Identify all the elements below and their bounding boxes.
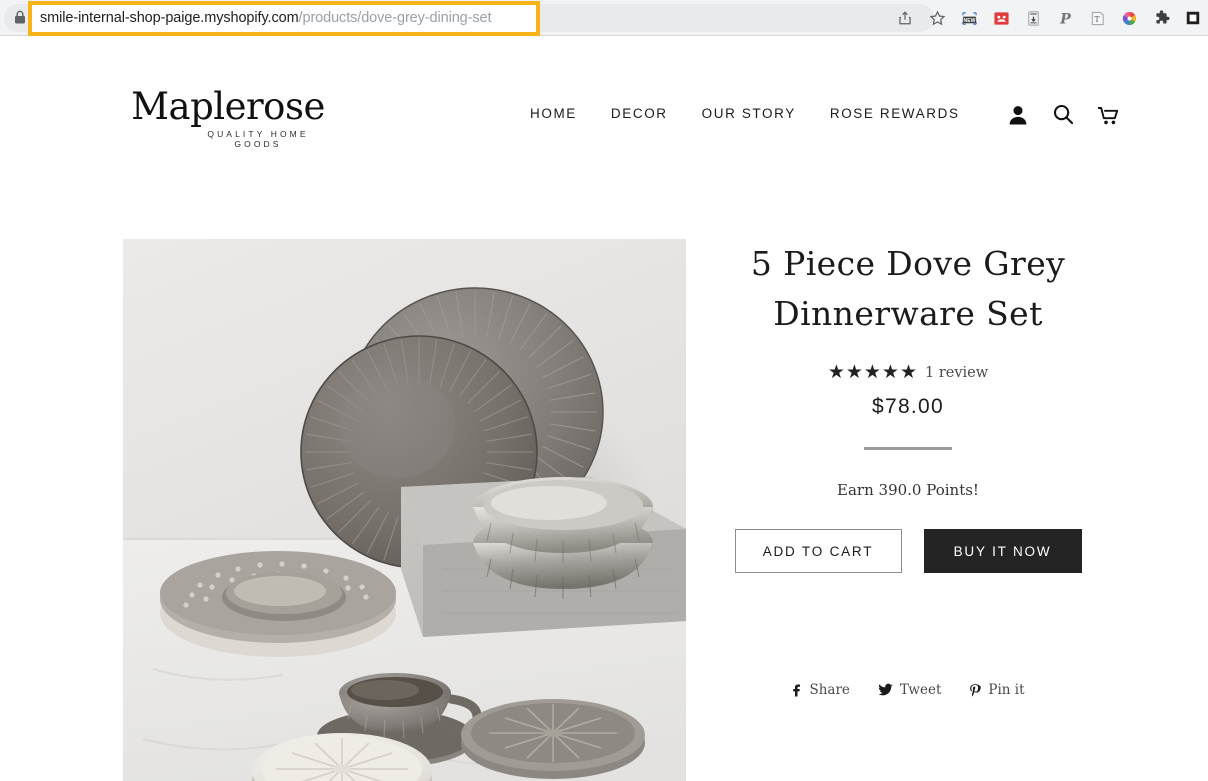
url-path: /products/dove-grey-dining-set — [298, 10, 492, 26]
header-utility-icons — [1006, 102, 1120, 128]
color-wheel-extension-icon[interactable] — [1120, 9, 1138, 27]
share-facebook-label: Share — [809, 682, 850, 698]
share-pinterest[interactable]: Pin it — [969, 682, 1025, 698]
share-twitter-label: Tweet — [899, 682, 942, 698]
nav-decor[interactable]: DECOR — [611, 106, 668, 121]
url-domain: smile-internal-shop-paige.myshopify.com — [40, 10, 299, 26]
logo-tagline: QUALITY HOME GOODS — [207, 129, 309, 149]
pinterest-icon — [969, 683, 982, 698]
svg-text:P: P — [1059, 11, 1071, 26]
main-navigation: HOME DECOR OUR STORY ROSE REWARDS — [530, 106, 960, 121]
address-bar-url[interactable]: smile-internal-shop-paige.myshopify.com /… — [40, 0, 492, 36]
add-to-cart-button[interactable]: ADD TO CART — [734, 529, 902, 573]
share-icon[interactable] — [896, 9, 914, 27]
new-badge-extension-icon[interactable]: NEW — [960, 9, 978, 27]
bookmark-star-icon[interactable] — [928, 9, 946, 27]
facebook-icon — [791, 683, 802, 698]
star-rating: ★★★★★ — [827, 362, 918, 383]
page-title: 5 Piece Dove Grey Dinnerware Set — [750, 244, 1066, 333]
account-icon[interactable] — [1006, 102, 1030, 128]
purchase-buttons: ADD TO CART BUY IT NOW — [706, 529, 1110, 573]
product-price: $78.00 — [871, 395, 945, 418]
nav-our-story[interactable]: OUR STORY — [702, 106, 796, 121]
site-logo[interactable]: Maplerose QUALITY HOME GOODS — [122, 85, 334, 150]
browser-toolbar-icons: NEW P T — [896, 0, 1202, 36]
svg-text:NEW: NEW — [963, 17, 975, 23]
puzzle-extensions-icon[interactable] — [1152, 9, 1170, 27]
product-image[interactable] — [123, 239, 686, 781]
buy-it-now-button[interactable]: BUY IT NOW — [923, 529, 1082, 573]
mendeley-extension-icon[interactable] — [992, 9, 1010, 27]
search-icon[interactable] — [1051, 102, 1075, 128]
review-count[interactable]: 1 review — [925, 365, 988, 381]
product-info: 5 Piece Dove Grey Dinnerware Set ★★★★★ 1… — [706, 239, 1110, 698]
lock-icon — [14, 10, 26, 24]
browser-toolbar: smile-internal-shop-paige.myshopify.com /… — [0, 0, 1208, 36]
rating-row[interactable]: ★★★★★ 1 review — [706, 363, 1110, 382]
logo-wordmark: Maplerose — [131, 85, 325, 128]
divider — [864, 447, 952, 450]
twitter-icon — [878, 683, 893, 697]
share-twitter[interactable]: Tweet — [878, 682, 941, 698]
document-save-extension-icon[interactable] — [1024, 9, 1042, 27]
nav-home[interactable]: HOME — [530, 106, 577, 121]
share-pinterest-label: Pin it — [988, 682, 1025, 698]
cart-icon[interactable] — [1096, 102, 1120, 128]
loyalty-points-label: Earn 390.0 Points! — [837, 481, 979, 499]
social-share-row: Share Tweet Pin it — [706, 682, 1110, 698]
text-tool-extension-icon[interactable]: T — [1088, 9, 1106, 27]
svg-text:T: T — [1094, 14, 1100, 23]
site-header: Maplerose QUALITY HOME GOODS HOME DECOR … — [0, 36, 1208, 158]
paypal-extension-icon[interactable]: P — [1056, 9, 1074, 27]
share-facebook[interactable]: Share — [791, 682, 850, 698]
profile-avatar-icon[interactable] — [1184, 9, 1202, 27]
nav-rose-rewards[interactable]: ROSE REWARDS — [830, 106, 960, 121]
